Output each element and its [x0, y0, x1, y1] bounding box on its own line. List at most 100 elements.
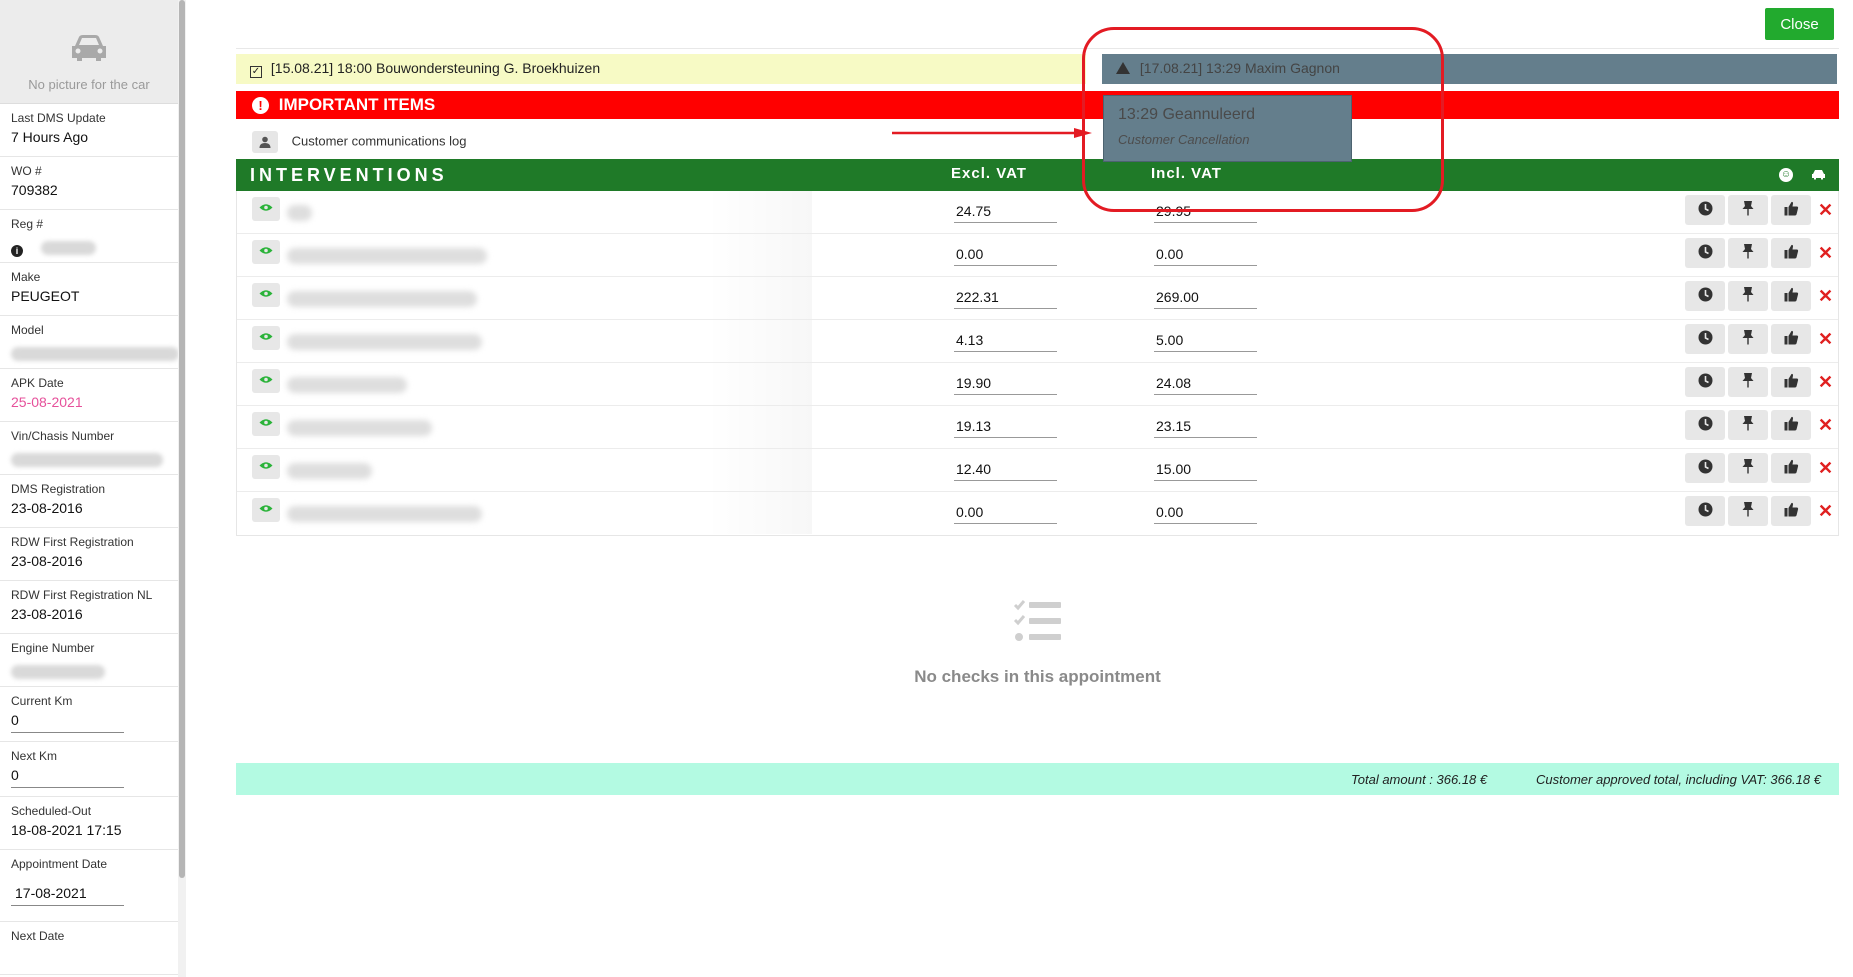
eye-icon[interactable] [252, 197, 280, 221]
sidebar-scrollbar[interactable] [178, 0, 186, 977]
delete-icon[interactable]: ✕ [1818, 372, 1833, 393]
excl-vat-input[interactable]: 222.31 [954, 289, 1057, 309]
info-icon[interactable]: i [11, 245, 23, 257]
field-wo-number: WO # 709382 [0, 157, 178, 210]
field-value: 709382 [11, 182, 58, 198]
car-photo-placeholder: No picture for the car [0, 0, 178, 104]
eye-icon[interactable] [252, 369, 280, 393]
next-km-input[interactable]: 0 [11, 767, 124, 788]
redacted-description [287, 506, 482, 522]
excl-vat-input[interactable]: 0.00 [954, 246, 1057, 266]
eye-icon[interactable] [252, 498, 280, 522]
pin-icon[interactable] [1728, 324, 1768, 354]
car-header-icon [1811, 167, 1826, 183]
clock-icon[interactable] [1685, 367, 1725, 397]
pin-icon[interactable] [1728, 453, 1768, 483]
eye-icon[interactable] [252, 283, 280, 307]
clock-icon[interactable] [1685, 195, 1725, 225]
delete-icon[interactable]: ✕ [1818, 501, 1833, 522]
scrollbar-thumb[interactable] [179, 0, 185, 878]
thumbs-up-icon[interactable] [1771, 367, 1811, 397]
incl-vat-input[interactable]: 0.00 [1154, 504, 1257, 524]
incl-vat-input[interactable]: 23.15 [1154, 418, 1257, 438]
pin-icon[interactable] [1728, 238, 1768, 268]
close-button[interactable]: Close [1765, 8, 1834, 40]
redacted-vin [11, 453, 163, 467]
excl-vat-input[interactable]: 4.13 [954, 332, 1057, 352]
clock-icon[interactable] [1685, 281, 1725, 311]
current-km-input[interactable]: 0 [11, 712, 124, 733]
clock-icon[interactable] [1685, 238, 1725, 268]
field-label: Last DMS Update [11, 111, 106, 125]
redacted-reg-number [40, 241, 96, 255]
incl-vat-input[interactable]: 24.08 [1154, 375, 1257, 395]
field-current-km: Current Km 0 [0, 687, 178, 742]
delete-icon[interactable]: ✕ [1818, 329, 1833, 350]
field-last-dms-update: Last DMS Update 7 Hours Ago [0, 104, 178, 157]
important-items-banner: ! IMPORTANT ITEMS [236, 91, 1839, 119]
checklist-icon [1013, 600, 1061, 641]
redacted-engine-number [11, 665, 105, 679]
delete-icon[interactable]: ✕ [1818, 286, 1833, 307]
excl-vat-header: Excl. VAT [951, 165, 1027, 182]
delete-icon[interactable]: ✕ [1818, 415, 1833, 436]
incl-vat-input[interactable]: 269.00 [1154, 289, 1257, 309]
delete-icon[interactable]: ✕ [1818, 458, 1833, 479]
incl-vat-input[interactable]: 15.00 [1154, 461, 1257, 481]
comm-log-label: Customer communications log [291, 133, 467, 149]
thumbs-up-icon[interactable] [1771, 496, 1811, 526]
appointment-date-input[interactable]: 17-08-2021 [11, 885, 124, 906]
thumbs-up-icon[interactable] [1771, 238, 1811, 268]
clock-icon[interactable] [1685, 496, 1725, 526]
redacted-model [11, 347, 178, 361]
thumbs-up-icon[interactable] [1771, 453, 1811, 483]
thumbs-up-icon[interactable] [1771, 195, 1811, 225]
field-engine-number: Engine Number [0, 634, 178, 687]
pin-icon[interactable] [1728, 496, 1768, 526]
excl-vat-input[interactable]: 19.13 [954, 418, 1057, 438]
field-appointment-date: Appointment Date 17-08-2021 [0, 850, 178, 922]
thumbs-up-icon[interactable] [1771, 281, 1811, 311]
field-rdw-first-registration-nl: RDW First Registration NL 23-08-2016 [0, 581, 178, 634]
eye-icon[interactable] [252, 326, 280, 350]
clock-icon[interactable] [1685, 324, 1725, 354]
pin-icon[interactable] [1728, 367, 1768, 397]
annotation-arrow [892, 128, 1092, 138]
field-value: 25-08-2021 [11, 394, 83, 410]
pin-icon[interactable] [1728, 195, 1768, 225]
thumbs-up-icon[interactable] [1771, 410, 1811, 440]
field-label: WO # [11, 164, 42, 178]
intervention-row: 0.00 0.00 ✕ [237, 492, 1838, 535]
excl-vat-input[interactable]: 12.40 [954, 461, 1057, 481]
incl-vat-input[interactable]: 0.00 [1154, 246, 1257, 266]
sidebar-scroll-area[interactable]: No picture for the car Last DMS Update 7… [0, 0, 178, 977]
field-label: Reg # [11, 217, 44, 231]
note-bouwondersteuning[interactable]: ✓ [15.08.21] 18:00 Bouwondersteuning G. … [236, 54, 1086, 84]
field-next-km: Next Km 0 [0, 742, 178, 797]
field-label: Appointment Date [11, 857, 108, 871]
eye-icon[interactable] [252, 455, 280, 479]
note-text: Bouwondersteuning G. Broekhuizen [375, 60, 601, 76]
field-label: Make [11, 270, 41, 284]
user-icon[interactable] [252, 131, 278, 153]
clock-icon[interactable] [1685, 453, 1725, 483]
delete-icon[interactable]: ✕ [1818, 200, 1833, 221]
total-amount: Total amount : 366.18 € [1351, 772, 1488, 787]
excl-vat-input[interactable]: 19.90 [954, 375, 1057, 395]
clock-icon[interactable] [1685, 410, 1725, 440]
thumbs-up-icon[interactable] [1771, 324, 1811, 354]
intervention-row: 24.75 29.95 ✕ [237, 191, 1838, 234]
delete-icon[interactable]: ✕ [1818, 243, 1833, 264]
checkbox-icon[interactable]: ✓ [250, 66, 262, 78]
customer-communications-log[interactable]: Customer communications log [236, 124, 586, 154]
divider [236, 48, 1839, 49]
excl-vat-input[interactable]: 0.00 [954, 504, 1057, 524]
incl-vat-input[interactable]: 5.00 [1154, 332, 1257, 352]
pin-icon[interactable] [1728, 281, 1768, 311]
field-label: RDW First Registration [11, 535, 134, 549]
eye-icon[interactable] [252, 412, 280, 436]
excl-vat-input[interactable]: 24.75 [954, 203, 1057, 223]
pin-icon[interactable] [1728, 410, 1768, 440]
field-label: DMS Registration [11, 482, 106, 496]
eye-icon[interactable] [252, 240, 280, 264]
